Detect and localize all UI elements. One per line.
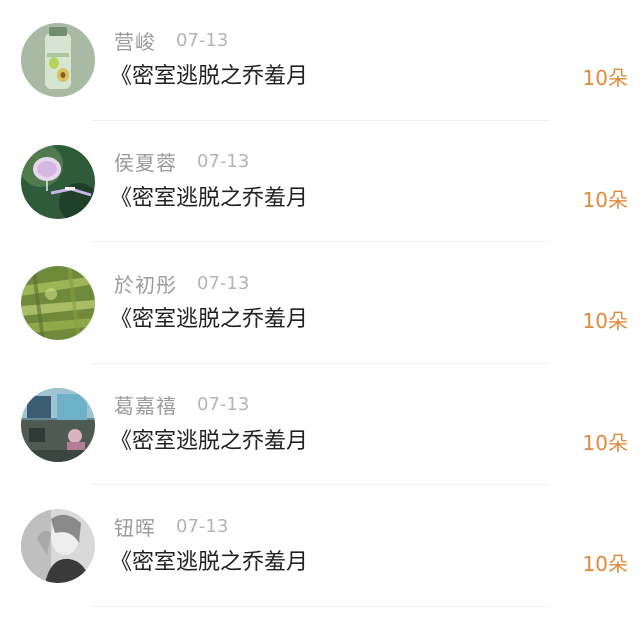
item-title[interactable]: 《密室逃脱之乔羞月 <box>110 182 308 216</box>
bottle-avatar-icon <box>21 23 95 97</box>
user-name[interactable]: 於初彤 <box>114 269 177 298</box>
item-meta: 营峻 07-13 <box>114 26 228 54</box>
gift-count: 10朵 <box>582 552 628 576</box>
divider <box>92 119 550 121</box>
list-item[interactable]: 营峻 07-13 《密室逃脱之乔羞月 10朵 <box>0 0 640 122</box>
gift-count: 10朵 <box>582 309 628 333</box>
divider <box>92 605 550 607</box>
user-name[interactable]: 侯夏蓉 <box>114 147 177 176</box>
item-title[interactable]: 《密室逃脱之乔羞月 <box>110 425 308 459</box>
list-item[interactable]: 侯夏蓉 07-13 《密室逃脱之乔羞月 10朵 <box>0 122 640 244</box>
avatar[interactable] <box>21 509 95 583</box>
divider <box>92 362 550 364</box>
item-meta: 葛嘉禧 07-13 <box>114 391 249 419</box>
avatar[interactable] <box>21 387 95 462</box>
item-title[interactable]: 《密室逃脱之乔羞月 <box>110 60 308 94</box>
portrait-avatar-icon <box>21 509 95 583</box>
list-item[interactable]: 於初彤 07-13 《密室逃脱之乔羞月 10朵 <box>0 243 640 365</box>
user-name[interactable]: 钮晖 <box>114 512 156 541</box>
item-date: 07-13 <box>197 394 250 415</box>
gift-count: 10朵 <box>582 66 628 90</box>
user-name[interactable]: 葛嘉禧 <box>114 390 177 419</box>
street-avatar-icon <box>21 387 95 462</box>
user-name[interactable]: 营峻 <box>114 26 156 55</box>
avatar[interactable] <box>21 266 95 340</box>
item-meta: 於初彤 07-13 <box>114 269 249 297</box>
avatar[interactable] <box>21 144 95 219</box>
item-title[interactable]: 《密室逃脱之乔羞月 <box>110 546 308 580</box>
item-date: 07-13 <box>197 151 250 172</box>
divider <box>92 484 550 485</box>
item-meta: 侯夏蓉 07-13 <box>114 148 249 176</box>
gift-record-list: 营峻 07-13 《密室逃脱之乔羞月 10朵 侯夏蓉 07-13 《密室逃脱之乔… <box>0 0 640 622</box>
gift-count: 10朵 <box>582 430 628 455</box>
grass-avatar-icon <box>21 266 95 340</box>
item-date: 07-13 <box>197 272 250 294</box>
divider <box>92 241 550 242</box>
item-title[interactable]: 《密室逃脱之乔羞月 <box>110 303 308 337</box>
gift-count: 10朵 <box>582 187 628 212</box>
avatar[interactable] <box>21 23 95 97</box>
item-date: 07-13 <box>176 29 229 51</box>
item-meta: 钮晖 07-13 <box>114 512 228 540</box>
list-item[interactable]: 钮晖 07-13 《密室逃脱之乔羞月 10朵 <box>0 486 640 608</box>
lantern-avatar-icon <box>21 144 95 219</box>
item-date: 07-13 <box>176 515 229 537</box>
list-item[interactable]: 葛嘉禧 07-13 《密室逃脱之乔羞月 10朵 <box>0 365 640 487</box>
